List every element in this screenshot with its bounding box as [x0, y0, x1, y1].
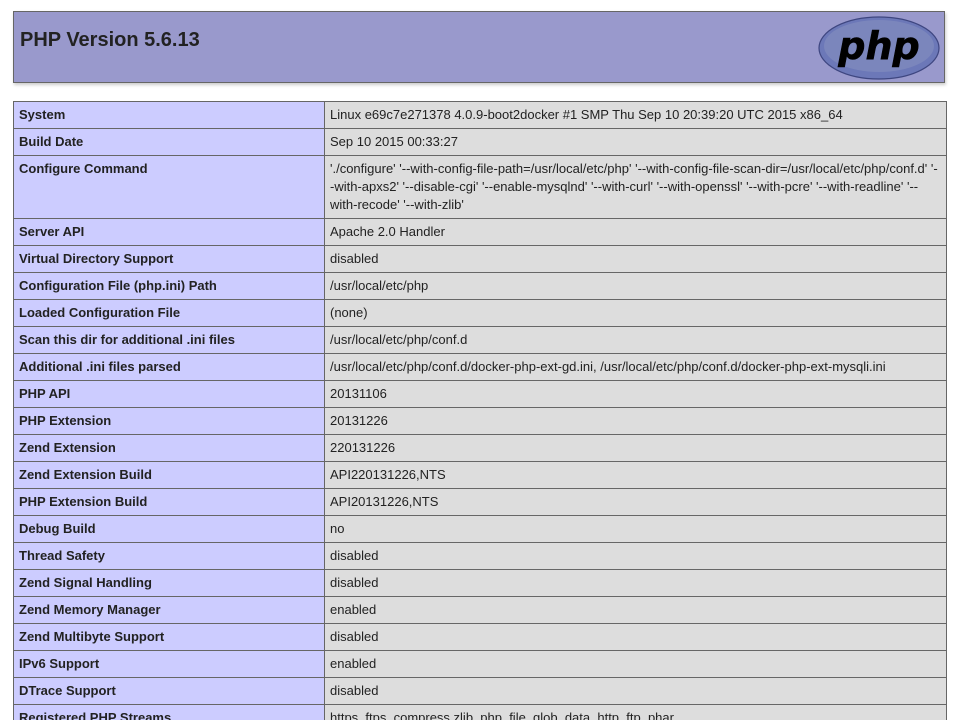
row-label: Additional .ini files parsed — [13, 353, 325, 381]
row-label: PHP Extension Build — [13, 488, 325, 516]
row-value: Sep 10 2015 00:33:27 — [324, 128, 947, 156]
row-value: 220131226 — [324, 434, 947, 462]
page-title: PHP Version 5.6.13 — [20, 29, 200, 51]
row-value: enabled — [324, 596, 947, 624]
row-value: /usr/local/etc/php/conf.d — [324, 326, 947, 354]
row-value: https, ftps, compress.zlib, php, file, g… — [324, 704, 947, 720]
row-label: PHP API — [13, 380, 325, 408]
table-row: Server API Apache 2.0 Handler — [13, 218, 947, 246]
info-table-body: System Linux e69c7e271378 4.0.9-boot2dock… — [13, 101, 947, 720]
row-label: PHP Extension — [13, 407, 325, 435]
table-row: Configuration File (php.ini) Path/usr/lo… — [13, 272, 947, 300]
row-value: 20131106 — [324, 380, 947, 408]
table-row: Zend Signal Handling disabled — [13, 569, 947, 597]
table-row: Scan this dir for additional .ini files /… — [13, 326, 947, 354]
row-label: Configuration File (php.ini) Path — [13, 272, 325, 300]
table-row: Configure Command './configure' '--with-c… — [13, 155, 947, 219]
row-value: no — [324, 515, 947, 543]
table-row: Thread Safety disabled — [13, 542, 947, 570]
row-label: Configure Command — [13, 155, 325, 219]
row-label: Zend Extension Build — [13, 461, 325, 489]
row-value: Linux e69c7e271378 4.0.9-boot2docker #1 … — [324, 101, 947, 129]
row-label: Zend Extension — [13, 434, 325, 462]
row-label: IPv6 Support — [13, 650, 325, 678]
row-value: 20131226 — [324, 407, 947, 435]
row-label: Thread Safety — [13, 542, 325, 570]
row-value: enabled — [324, 650, 947, 678]
table-row: PHP API 20131106 — [13, 380, 947, 408]
table-row: Zend Multibyte Support disabled — [13, 623, 947, 651]
row-label: Loaded Configuration File — [13, 299, 325, 327]
table-row: Build Date Sep 10 2015 00:33:27 — [13, 128, 947, 156]
info-table: System Linux e69c7e271378 4.0.9-boot2dock… — [13, 101, 947, 720]
row-value: './configure' '--with-config-file-path=/… — [324, 155, 947, 219]
table-row: Zend Extension Build API220131226,NTS — [13, 461, 947, 489]
table-row: PHP Extension Build API20131226,NTS — [13, 488, 947, 516]
row-value: disabled — [324, 542, 947, 570]
row-value: disabled — [324, 569, 947, 597]
row-label: Zend Signal Handling — [13, 569, 325, 597]
row-label: Debug Build — [13, 515, 325, 543]
table-row: DTrace Support disabled — [13, 677, 947, 705]
row-label: Zend Multibyte Support — [13, 623, 325, 651]
row-value: API220131226,NTS — [324, 461, 947, 489]
row-label: System — [13, 101, 325, 129]
row-label: Build Date — [13, 128, 325, 156]
table-row: Debug Build no — [13, 515, 947, 543]
row-value: (none) — [324, 299, 947, 327]
row-label: Server API — [13, 218, 325, 246]
row-label: Scan this dir for additional .ini files — [13, 326, 325, 354]
row-label: DTrace Support — [13, 677, 325, 705]
phpinfo-header: PHP Version 5.6.13 php — [13, 11, 945, 83]
php-logo: php — [818, 16, 940, 80]
table-row: Loaded Configuration File (none) — [13, 299, 947, 327]
row-label: Registered PHP Streams — [13, 704, 325, 720]
table-row: Registered PHP Streams https, ftps, compr… — [13, 704, 947, 720]
row-value: API20131226,NTS — [324, 488, 947, 516]
row-value: disabled — [324, 677, 947, 705]
table-row: PHP Extension 20131226 — [13, 407, 947, 435]
table-row: Zend Extension 220131226 — [13, 434, 947, 462]
row-value: disabled — [324, 623, 947, 651]
table-row: IPv6 Support enabled — [13, 650, 947, 678]
table-row: Zend Memory Manager enabled — [13, 596, 947, 624]
table-row: Additional .ini files parsed/usr/local/e… — [13, 353, 947, 381]
row-label: Zend Memory Manager — [13, 596, 325, 624]
row-value: /usr/local/etc/php — [324, 272, 947, 300]
table-row: System Linux e69c7e271378 4.0.9-boot2dock… — [13, 101, 947, 129]
row-value: Apache 2.0 Handler — [324, 218, 947, 246]
row-value: /usr/local/etc/php/conf.d/docker-php-ext… — [324, 353, 947, 381]
row-value: disabled — [324, 245, 947, 273]
phpinfo-page: PHP Version 5.6.13 php System Linux e69c7… — [0, 0, 960, 720]
table-row: Virtual Directory Support disabled — [13, 245, 947, 273]
row-label: Virtual Directory Support — [13, 245, 325, 273]
php-logo-text: php — [837, 24, 919, 68]
